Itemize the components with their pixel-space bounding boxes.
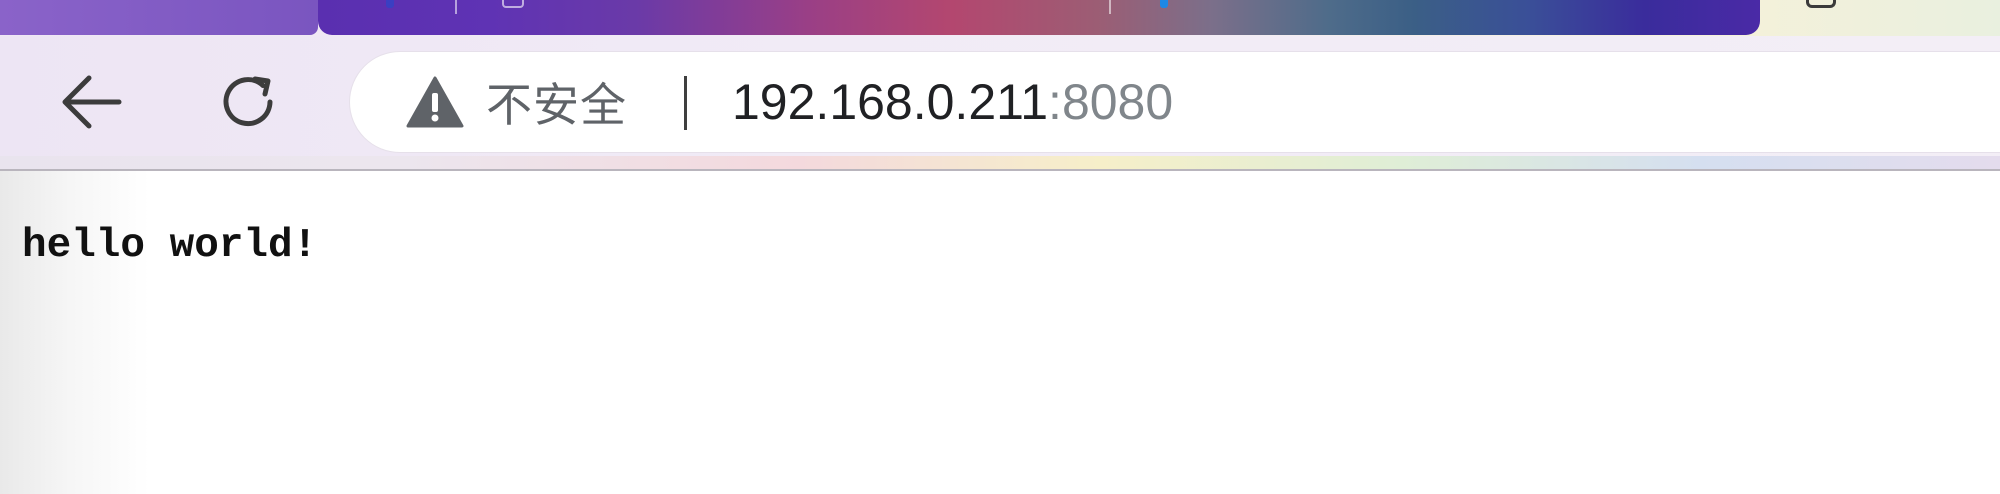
window-button[interactable]: [1806, 0, 1836, 8]
site-security-indicator[interactable]: 不安全: [406, 72, 627, 132]
reload-icon: [223, 76, 273, 127]
address-bar-divider: [684, 76, 687, 130]
tab-separator: [1109, 0, 1111, 14]
url-text[interactable]: 192.168.0.211:8080: [732, 72, 1173, 132]
tab-favicon-icon: [386, 0, 394, 8]
warning-triangle-icon: [406, 76, 464, 128]
security-label: 不安全: [486, 78, 627, 132]
tab-group: [318, 0, 1760, 35]
tab-separator: [455, 0, 457, 14]
reload-button[interactable]: [208, 62, 288, 142]
url-host: 192.168.0.211: [732, 74, 1049, 130]
toolbar-accent-strip: [0, 156, 2000, 170]
arrow-left-icon: [62, 75, 122, 129]
back-button[interactable]: [52, 62, 132, 142]
tab-favicon-icon: [502, 0, 524, 8]
address-bar[interactable]: 不安全 192.168.0.211:8080: [350, 52, 2000, 152]
tab-active[interactable]: [0, 0, 318, 35]
page-content: hello world!: [0, 171, 2000, 494]
url-port: :8080: [1048, 74, 1174, 130]
tab-strip: [0, 0, 2000, 36]
browser-window: 不安全 192.168.0.211:8080 hello world!: [0, 0, 2000, 494]
page-body-text: hello world!: [22, 223, 318, 269]
tab-favicon-icon: [1160, 0, 1168, 8]
